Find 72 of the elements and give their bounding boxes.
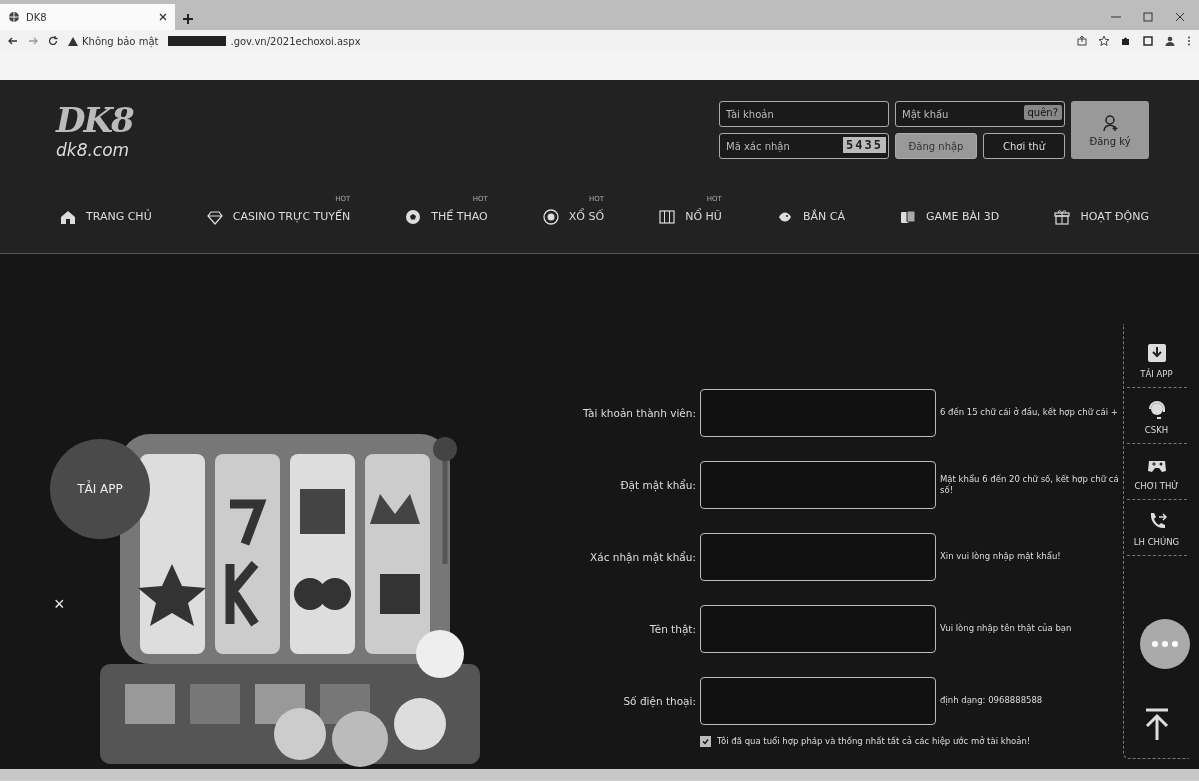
agreement-text: Tôi đã qua tuổi hợp pháp và thống nhất tất cả các hiệp ước mở tài khoản! <box>717 736 1031 746</box>
panel-icon[interactable] <box>1143 36 1153 46</box>
cards-icon <box>900 208 917 225</box>
nav-link[interactable]: GAME BÀI 3D <box>900 208 1000 225</box>
field-hint: định dạng: 0968888588 <box>940 695 1044 707</box>
back-to-top-icon[interactable] <box>1143 708 1170 740</box>
captcha-code: 5435 <box>843 137 886 153</box>
nav-link[interactable]: HOẠT ĐỘNG <box>1054 208 1149 225</box>
ball-icon <box>405 208 422 225</box>
browser-tab[interactable]: DK8 <box>0 4 175 30</box>
dots-icon <box>1152 641 1178 647</box>
new-tab-icon[interactable] <box>183 14 193 24</box>
chat-bubble[interactable] <box>1140 619 1190 669</box>
reload-icon[interactable] <box>48 36 58 46</box>
dock-item[interactable]: CSKH <box>1126 398 1187 444</box>
menu-icon[interactable] <box>1187 36 1191 46</box>
globe-icon <box>8 11 20 23</box>
login-button[interactable]: Đăng nhập <box>895 133 977 159</box>
trial-button[interactable]: Chơi thử <box>983 133 1065 159</box>
agreement-checkbox[interactable] <box>700 735 711 747</box>
headset-icon <box>1146 399 1167 419</box>
close-icon[interactable] <box>1175 12 1185 22</box>
slot-reels-icon <box>659 208 676 225</box>
close-button[interactable]: × <box>54 594 65 615</box>
nav-link[interactable]: CASINO TRỰC TUYẾN <box>206 208 351 225</box>
nav-link[interactable]: NỔ HŨ <box>659 208 722 225</box>
security-label[interactable]: Không bảo mật <box>82 35 159 47</box>
forward-icon[interactable] <box>28 36 38 46</box>
field-label: Tên thật: <box>648 623 696 635</box>
gift-icon <box>1054 208 1071 225</box>
field-hint: Xin vui lòng nhập mật khẩu! <box>940 551 1062 563</box>
coin-icon <box>542 208 559 225</box>
username-field[interactable]: Tài khoản <box>719 101 889 127</box>
star-icon[interactable] <box>1099 36 1109 46</box>
logo[interactable]: DK8 <box>56 100 133 140</box>
register-button[interactable]: Đăng ký <box>1071 101 1149 159</box>
close-icon[interactable] <box>159 13 167 21</box>
nav-link[interactable]: THỂ THAO <box>405 208 488 225</box>
profile-icon[interactable] <box>1165 36 1175 46</box>
field-label: Số điện thoại: <box>622 695 696 707</box>
dock-item[interactable]: TẢI APP <box>1126 342 1187 388</box>
share-icon[interactable] <box>1077 36 1087 46</box>
redaction-bar <box>168 36 227 46</box>
field-label: Đặt mật khẩu: <box>619 479 696 491</box>
puzzle-icon[interactable] <box>1121 36 1131 46</box>
user-add-icon <box>1102 113 1118 132</box>
house-icon <box>60 208 76 225</box>
nav-link[interactable]: TRANG CHỦ <box>60 208 152 225</box>
diamond-icon <box>206 208 223 225</box>
nav-link[interactable]: XỔ SỐ <box>542 208 605 225</box>
tab-title: DK8 <box>26 11 48 23</box>
forgot-password-button[interactable]: quên? <box>1023 105 1062 120</box>
input-field[interactable] <box>700 677 936 725</box>
download-icon <box>1146 343 1167 363</box>
field-hint: 6 đến 15 chữ cái ở đầu, kết hợp chữ cái + <box>940 407 1119 419</box>
input-field[interactable] <box>700 533 936 581</box>
dock-item[interactable]: CHƠI THỬ <box>1126 454 1187 500</box>
field-label: Xác nhận mật khẩu: <box>589 551 696 563</box>
field-label: Tài khoản thành viên: <box>581 407 696 419</box>
warning-icon <box>68 36 78 46</box>
field-hint: Vui lòng nhập tên thật của bạn <box>940 623 1073 635</box>
maximize-icon[interactable] <box>1143 12 1153 22</box>
input-field[interactable] <box>700 389 936 437</box>
field-hint: Mật khẩu 6 đến 20 chữ số, kết hợp chữ cá số! <box>940 473 1120 497</box>
download-app-badge[interactable]: TẢI APP <box>50 439 150 539</box>
input-field[interactable] <box>700 605 936 653</box>
input-field[interactable] <box>700 461 936 509</box>
logo-domain: dk8.com <box>56 140 131 160</box>
back-icon[interactable] <box>8 36 18 46</box>
url-text[interactable]: .gov.vn/2021echoxoi.aspx <box>230 35 361 47</box>
nav-link[interactable]: BẮN CÁ <box>776 208 845 225</box>
dock-item[interactable]: LH CHÚNG <box>1126 510 1187 556</box>
